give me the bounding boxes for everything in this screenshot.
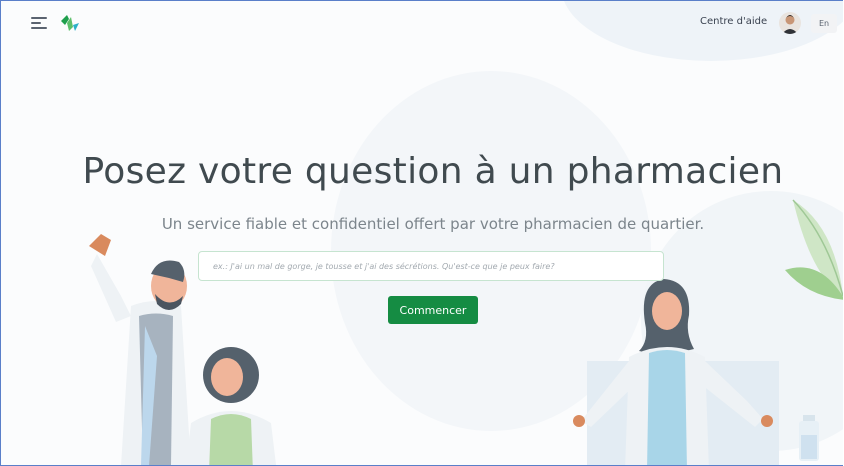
page-frame: Centre d'aide En Posez votre question à …: [0, 0, 843, 466]
question-input-container: [198, 251, 664, 281]
page-subtitle: Un service fiable et confidentiel offert…: [161, 215, 705, 233]
pharmacy-cross-logo-icon[interactable]: [57, 11, 81, 35]
start-button[interactable]: Commencer: [388, 296, 478, 324]
top-navigation-bar: Centre d'aide En: [1, 1, 843, 45]
medicine-bottle-illustration: [799, 415, 819, 461]
plant-leaf-illustration: [785, 199, 843, 300]
woman-pharmacist-illustration: [573, 279, 779, 465]
question-input[interactable]: [199, 252, 663, 280]
page-title: Posez votre question à un pharmacien: [82, 151, 784, 192]
hamburger-icon[interactable]: [31, 17, 47, 29]
woman-pharmacist-illustration: [185, 347, 277, 465]
user-avatar-icon[interactable]: [779, 12, 801, 34]
language-switch-button[interactable]: En: [811, 14, 837, 33]
help-center-link[interactable]: Centre d'aide: [700, 16, 767, 27]
